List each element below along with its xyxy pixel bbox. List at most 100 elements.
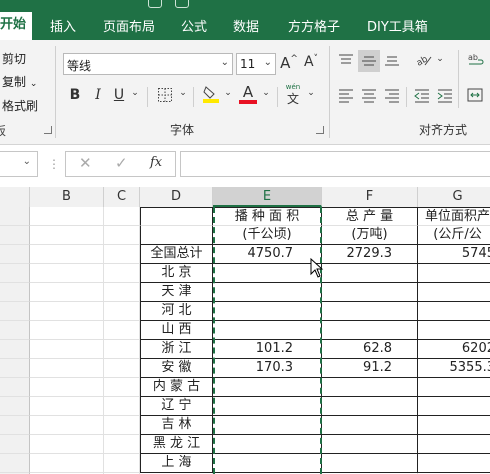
borders-icon[interactable] bbox=[155, 87, 175, 107]
region-cell[interactable]: 上 海 bbox=[140, 454, 213, 473]
phonetic-guide-button[interactable]: wén 文 bbox=[282, 83, 304, 106]
row-header[interactable] bbox=[0, 207, 30, 226]
cell[interactable] bbox=[30, 245, 104, 264]
cut-button[interactable]: 剪切 bbox=[2, 50, 26, 67]
cancel-icon[interactable]: ✕ bbox=[79, 154, 92, 172]
region-cell[interactable]: 安 徽 bbox=[140, 359, 213, 378]
row-header[interactable] bbox=[0, 245, 30, 264]
area-cell[interactable] bbox=[213, 378, 322, 397]
cell[interactable] bbox=[30, 264, 104, 283]
tab-insert[interactable]: 插入 bbox=[50, 16, 76, 35]
area-cell[interactable]: 101.2 bbox=[213, 340, 322, 359]
format-painter-button[interactable]: 格式刷 bbox=[2, 97, 38, 114]
align-bottom-icon[interactable] bbox=[383, 52, 401, 72]
cell[interactable] bbox=[30, 454, 104, 473]
save-icon[interactable] bbox=[148, 0, 162, 8]
area-cell[interactable] bbox=[213, 416, 322, 435]
output-cell[interactable] bbox=[322, 454, 418, 473]
header-cell-area-unit[interactable]: (千公顷) bbox=[213, 226, 322, 245]
tab-data[interactable]: 数据 bbox=[233, 16, 259, 35]
yield-cell[interactable] bbox=[418, 283, 490, 302]
increase-indent-icon[interactable] bbox=[436, 87, 454, 107]
tab-fangfang[interactable]: 方方格子 bbox=[288, 16, 340, 35]
row-header[interactable] bbox=[0, 359, 30, 378]
formula-input[interactable] bbox=[180, 151, 490, 177]
area-cell[interactable] bbox=[213, 302, 322, 321]
row-header[interactable] bbox=[0, 378, 30, 397]
chevron-down-icon[interactable]: ⌄ bbox=[178, 88, 188, 98]
row-header[interactable] bbox=[0, 435, 30, 454]
yield-cell[interactable]: 5745 bbox=[418, 245, 490, 264]
yield-cell[interactable] bbox=[418, 302, 490, 321]
yield-cell[interactable]: 5355.3 bbox=[418, 359, 490, 378]
chevron-down-icon[interactable]: ⌄ bbox=[130, 88, 140, 98]
cell[interactable] bbox=[104, 359, 140, 378]
cell[interactable] bbox=[104, 283, 140, 302]
region-cell[interactable]: 内 蒙 古 bbox=[140, 378, 213, 397]
cell[interactable] bbox=[104, 226, 140, 245]
copy-button[interactable]: 复制 ⌄ bbox=[2, 73, 37, 90]
underline-button[interactable]: U bbox=[110, 87, 128, 103]
region-cell[interactable]: 辽 宁 bbox=[140, 397, 213, 416]
more-icon[interactable]: ⋮ bbox=[48, 157, 60, 171]
yield-cell[interactable] bbox=[418, 321, 490, 340]
yield-cell[interactable] bbox=[418, 416, 490, 435]
area-cell[interactable] bbox=[213, 321, 322, 340]
enter-icon[interactable]: ✓ bbox=[115, 154, 128, 172]
row-header[interactable] bbox=[0, 321, 30, 340]
name-box[interactable]: ⌄ bbox=[0, 151, 38, 177]
output-cell[interactable]: 2729.3 bbox=[322, 245, 418, 264]
cell[interactable] bbox=[30, 207, 104, 226]
cell[interactable] bbox=[104, 454, 140, 473]
output-cell[interactable] bbox=[322, 397, 418, 416]
region-cell[interactable]: 河 北 bbox=[140, 302, 213, 321]
area-cell[interactable] bbox=[213, 264, 322, 283]
fill-color-icon[interactable] bbox=[201, 84, 221, 108]
header-cell-output[interactable]: 总 产 量 bbox=[322, 207, 418, 226]
cell[interactable] bbox=[104, 264, 140, 283]
font-color-icon[interactable]: A bbox=[238, 84, 258, 104]
cell[interactable] bbox=[104, 245, 140, 264]
row-header[interactable] bbox=[0, 302, 30, 321]
column-header-d[interactable]: D bbox=[140, 187, 213, 207]
output-cell[interactable]: 91.2 bbox=[322, 359, 418, 378]
font-family-select[interactable]: 等线 ⌄ bbox=[63, 53, 233, 75]
area-cell[interactable] bbox=[213, 454, 322, 473]
clipboard-dialog-launcher-icon[interactable] bbox=[44, 126, 52, 134]
insert-function-icon[interactable]: fx bbox=[150, 155, 162, 170]
region-cell[interactable]: 北 京 bbox=[140, 264, 213, 283]
cell[interactable] bbox=[104, 207, 140, 226]
output-cell[interactable]: 62.8 bbox=[322, 340, 418, 359]
chevron-down-icon[interactable]: ⌄ bbox=[435, 54, 445, 64]
row-header[interactable] bbox=[0, 397, 30, 416]
orientation-icon[interactable]: ab bbox=[414, 52, 434, 72]
tab-formulas[interactable]: 公式 bbox=[181, 16, 207, 35]
output-cell[interactable] bbox=[322, 416, 418, 435]
cell[interactable] bbox=[30, 435, 104, 454]
region-cell[interactable]: 浙 江 bbox=[140, 340, 213, 359]
tab-diy-toolbox[interactable]: DIY工具箱 bbox=[367, 16, 428, 35]
column-header-f[interactable]: F bbox=[322, 187, 418, 207]
cell[interactable] bbox=[30, 359, 104, 378]
yield-cell[interactable]: 6202 bbox=[418, 340, 490, 359]
tab-page-layout[interactable]: 页面布局 bbox=[103, 16, 155, 35]
yield-cell[interactable] bbox=[418, 264, 490, 283]
header-cell-region[interactable] bbox=[140, 226, 213, 245]
header-cell-yield-unit[interactable]: (公斤/公 bbox=[418, 226, 490, 245]
cell[interactable] bbox=[104, 435, 140, 454]
cell[interactable] bbox=[104, 321, 140, 340]
yield-cell[interactable] bbox=[418, 454, 490, 473]
region-cell[interactable]: 天 津 bbox=[140, 283, 213, 302]
chevron-down-icon[interactable]: ⌄ bbox=[306, 88, 316, 98]
cell[interactable] bbox=[104, 340, 140, 359]
output-cell[interactable] bbox=[322, 378, 418, 397]
yield-cell[interactable] bbox=[418, 397, 490, 416]
chevron-down-icon[interactable]: ⌄ bbox=[223, 88, 233, 98]
row-header[interactable] bbox=[0, 283, 30, 302]
row-header[interactable] bbox=[0, 226, 30, 245]
output-cell[interactable] bbox=[322, 283, 418, 302]
column-header-b[interactable]: B bbox=[30, 187, 104, 207]
select-all-corner[interactable] bbox=[0, 187, 30, 207]
cell[interactable] bbox=[30, 226, 104, 245]
quick-access-icon[interactable] bbox=[175, 0, 189, 8]
